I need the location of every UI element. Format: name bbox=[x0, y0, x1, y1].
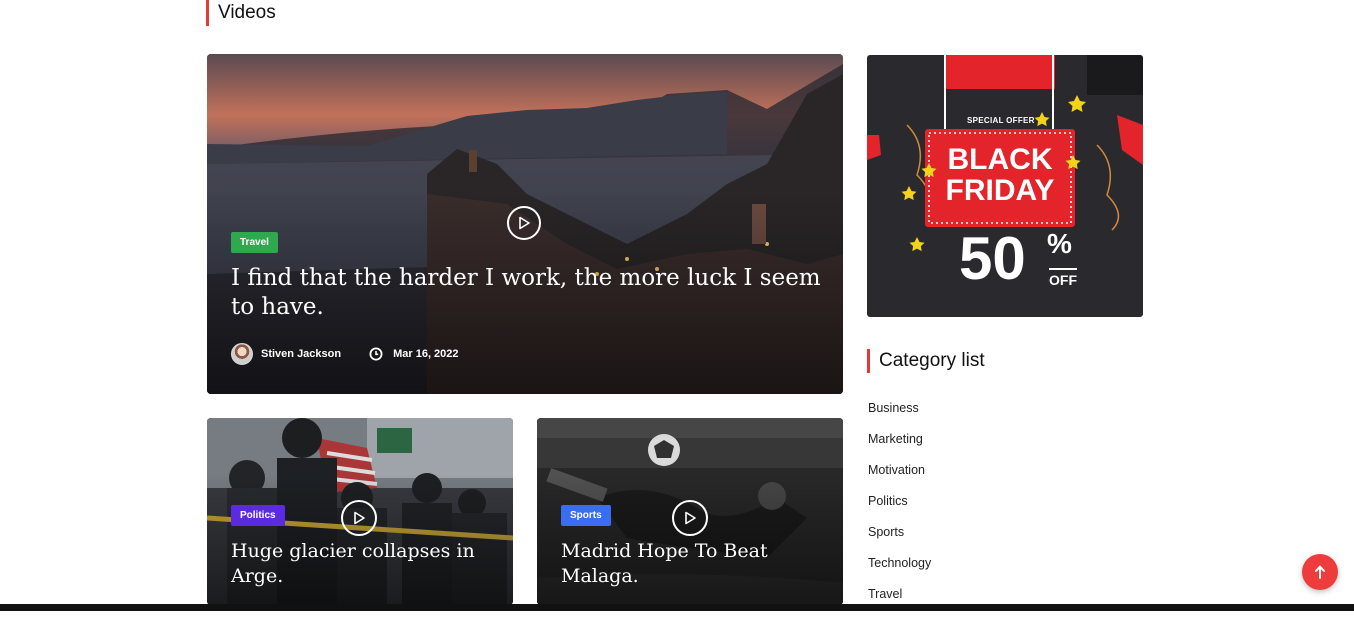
ad-line1: BLACK bbox=[947, 143, 1053, 176]
section-title-videos: Videos bbox=[206, 0, 276, 26]
category-list-title: Category list bbox=[867, 349, 985, 373]
author-avatar bbox=[231, 343, 253, 365]
post-date: Mar 16, 2022 bbox=[393, 348, 459, 360]
video-card-politics[interactable]: Politics Huge glacier collapses in Arge. bbox=[207, 418, 513, 605]
ad-percent: % bbox=[1047, 228, 1072, 259]
video-title-politics[interactable]: Huge glacier collapses in Arge. bbox=[231, 539, 491, 589]
category-badge-travel[interactable]: Travel bbox=[231, 232, 278, 253]
featured-video-card[interactable]: Travel I find that the harder I work, th… bbox=[207, 54, 843, 394]
category-link-marketing[interactable]: Marketing bbox=[868, 431, 931, 462]
category-link-business[interactable]: Business bbox=[868, 400, 931, 431]
category-badge-sports[interactable]: Sports bbox=[561, 505, 611, 526]
category-list: Business Marketing Motivation Politics S… bbox=[868, 400, 931, 617]
black-friday-ad[interactable]: SPECIAL OFFER BLACK FRIDAY 50 % OFF bbox=[867, 55, 1143, 317]
play-button[interactable] bbox=[672, 500, 708, 536]
clock-icon bbox=[369, 347, 383, 361]
play-button[interactable] bbox=[507, 206, 541, 240]
featured-video-title[interactable]: I find that the harder I work, the more … bbox=[231, 264, 831, 322]
category-link-politics[interactable]: Politics bbox=[868, 493, 931, 524]
category-badge-politics[interactable]: Politics bbox=[231, 505, 285, 526]
category-link-sports[interactable]: Sports bbox=[868, 524, 931, 555]
scroll-to-top-button[interactable] bbox=[1302, 554, 1338, 590]
ad-special-offer: SPECIAL OFFER bbox=[967, 116, 1035, 125]
category-link-travel[interactable]: Travel bbox=[868, 586, 931, 617]
arrow-up-icon bbox=[1315, 565, 1325, 579]
author-name[interactable]: Stiven Jackson bbox=[261, 348, 341, 360]
play-button[interactable] bbox=[341, 500, 377, 536]
ad-line2: FRIDAY bbox=[945, 174, 1055, 207]
play-icon bbox=[519, 216, 530, 230]
category-link-motivation[interactable]: Motivation bbox=[868, 462, 931, 493]
bottom-bar bbox=[0, 604, 1354, 611]
ad-discount: 50 bbox=[959, 225, 1026, 292]
ad-off: OFF bbox=[1049, 268, 1077, 288]
play-icon bbox=[354, 511, 365, 525]
video-title-sports[interactable]: Madrid Hope To Beat Malaga. bbox=[561, 539, 821, 589]
play-icon bbox=[685, 511, 696, 525]
video-card-sports[interactable]: Sports Madrid Hope To Beat Malaga. bbox=[537, 418, 843, 605]
category-link-technology[interactable]: Technology bbox=[868, 555, 931, 586]
